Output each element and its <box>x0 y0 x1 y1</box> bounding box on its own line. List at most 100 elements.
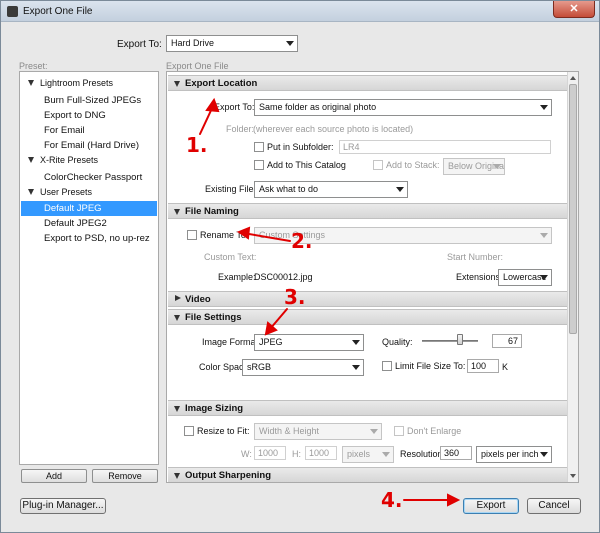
expand-triangle-icon <box>28 157 34 163</box>
preset-tree: Lightroom Presets Burn Full-Sized JPEGs … <box>19 71 159 465</box>
chevron-down-icon <box>352 340 360 345</box>
preset-item-export-psd[interactable]: Export to PSD, no up-rez <box>21 231 157 246</box>
quality-slider-track[interactable] <box>422 340 478 342</box>
section-export-location[interactable]: Export Location <box>168 75 567 91</box>
quality-label: Quality: <box>382 337 413 347</box>
chevron-down-icon <box>540 275 548 280</box>
collapse-triangle-icon <box>174 81 180 87</box>
image-format-label: Image Format: <box>202 337 261 347</box>
scroll-down-arrow-icon[interactable] <box>570 474 576 478</box>
collapse-triangle-icon <box>174 406 180 412</box>
chevron-down-icon <box>493 164 501 169</box>
collapse-triangle-icon <box>174 209 180 215</box>
add-to-stack-label: Add to Stack: <box>386 160 440 170</box>
rename-checkbox[interactable] <box>187 230 197 240</box>
subfolder-input[interactable]: LR4 <box>339 140 551 154</box>
add-to-stack-checkbox[interactable] <box>373 160 383 170</box>
chevron-down-icon <box>286 41 294 46</box>
limit-file-size-checkbox[interactable] <box>382 361 392 371</box>
chevron-down-icon <box>540 105 548 110</box>
limit-file-size-unit: K <box>502 362 509 372</box>
subfolder-label: Put in Subfolder: <box>267 142 334 152</box>
width-label: W: <box>241 449 252 459</box>
resolution-input[interactable]: 360 <box>440 446 472 460</box>
scroll-up-arrow-icon[interactable] <box>570 76 576 80</box>
export-to-dropdown[interactable]: Hard Drive <box>166 35 298 52</box>
export-button[interactable]: Export <box>463 498 519 514</box>
resize-to-fit-label: Resize to Fit: <box>197 426 250 436</box>
preset-item-for-email[interactable]: For Email <box>21 123 157 138</box>
resolution-unit-dropdown[interactable]: pixels per inch <box>476 446 552 463</box>
section-file-naming[interactable]: File Naming <box>168 203 567 219</box>
export-dialog: Export One File ✕ Export To: Hard Drive … <box>0 0 600 533</box>
add-to-catalog-label: Add to This Catalog <box>267 160 346 170</box>
section-image-sizing[interactable]: Image Sizing <box>168 400 567 416</box>
quality-slider-thumb[interactable] <box>456 334 463 345</box>
limit-file-size-input[interactable]: 100 <box>467 359 499 373</box>
resolution-label: Resolution: <box>400 449 446 459</box>
size-unit-dropdown[interactable]: pixels <box>342 446 394 463</box>
export-to-row: Export To: Hard Drive <box>1 35 599 55</box>
chevron-down-icon <box>382 452 390 457</box>
width-input[interactable]: 1000 <box>254 446 286 460</box>
extensions-label: Extensions: <box>456 272 503 282</box>
extensions-dropdown[interactable]: Lowercase <box>498 269 552 286</box>
window-title: Export One File <box>23 6 93 17</box>
settings-scrollbar[interactable] <box>567 72 578 482</box>
image-format-dropdown[interactable]: JPEG <box>254 334 364 351</box>
height-label: H: <box>292 449 301 459</box>
export-settings-panel: Export Location Export To: Same folder a… <box>166 71 579 483</box>
preset-header: Preset: <box>19 61 48 71</box>
plugin-manager-button[interactable]: Plug-in Manager... <box>20 498 106 514</box>
rename-template-dropdown[interactable]: Custom Settings <box>254 227 552 244</box>
color-space-dropdown[interactable]: sRGB <box>242 359 364 376</box>
folder-value: (wherever each source photo is located) <box>253 124 414 134</box>
preset-item-colorchecker[interactable]: ColorChecker Passport <box>21 170 157 185</box>
height-input[interactable]: 1000 <box>305 446 337 460</box>
add-to-catalog-checkbox[interactable] <box>254 160 264 170</box>
lightroom-app-icon <box>7 6 18 17</box>
add-preset-button[interactable]: Add <box>21 469 87 483</box>
existing-files-label: Existing Files: <box>205 184 261 194</box>
rename-label: Rename To: <box>200 230 249 240</box>
section-video[interactable]: Video <box>168 291 567 307</box>
preset-item-burn-full-sized[interactable]: Burn Full-Sized JPEGs <box>21 93 157 108</box>
preset-item-default-jpeg2[interactable]: Default JPEG2 <box>21 216 157 231</box>
resize-to-fit-checkbox[interactable] <box>184 426 194 436</box>
chevron-down-icon <box>396 187 404 192</box>
dont-enlarge-checkbox[interactable] <box>394 426 404 436</box>
existing-files-dropdown[interactable]: Ask what to do <box>254 181 408 198</box>
export-to-value: Hard Drive <box>171 38 215 48</box>
section-output-sharpening[interactable]: Output Sharpening <box>168 467 567 482</box>
preset-item-default-jpeg[interactable]: Default JPEG <box>21 201 157 216</box>
example-value: DSC00012.jpg <box>254 272 313 282</box>
chevron-down-icon <box>540 233 548 238</box>
collapse-triangle-icon <box>174 473 180 479</box>
stack-position-dropdown[interactable]: Below Original <box>443 158 505 175</box>
title-bar: Export One File ✕ <box>1 1 599 22</box>
export-location-dropdown[interactable]: Same folder as original photo <box>254 99 552 116</box>
folder-label: Folder: <box>226 124 255 134</box>
scrollbar-thumb[interactable] <box>569 84 577 334</box>
limit-file-size-label: Limit File Size To: <box>395 361 466 371</box>
close-button[interactable]: ✕ <box>553 1 595 18</box>
preset-item-export-dng[interactable]: Export to DNG <box>21 108 157 123</box>
custom-text-label: Custom Text: <box>204 252 257 262</box>
quality-input[interactable]: 67 <box>492 334 522 348</box>
chevron-down-icon <box>352 365 360 370</box>
remove-preset-button[interactable]: Remove <box>92 469 158 483</box>
section-file-settings[interactable]: File Settings <box>168 309 567 325</box>
cancel-button[interactable]: Cancel <box>527 498 581 514</box>
chevron-down-icon <box>370 429 378 434</box>
preset-item-for-email-hd[interactable]: For Email (Hard Drive) <box>21 138 157 153</box>
expand-triangle-icon <box>175 295 181 301</box>
dont-enlarge-label: Don't Enlarge <box>407 426 462 436</box>
expand-triangle-icon <box>28 80 34 86</box>
example-label: Example: <box>218 272 256 282</box>
expand-triangle-icon <box>28 189 34 195</box>
panel-header: Export One File <box>166 61 229 71</box>
start-number-label: Start Number: <box>447 252 504 262</box>
chevron-down-icon <box>540 452 548 457</box>
subfolder-checkbox[interactable] <box>254 142 264 152</box>
resize-mode-dropdown[interactable]: Width & Height <box>254 423 382 440</box>
